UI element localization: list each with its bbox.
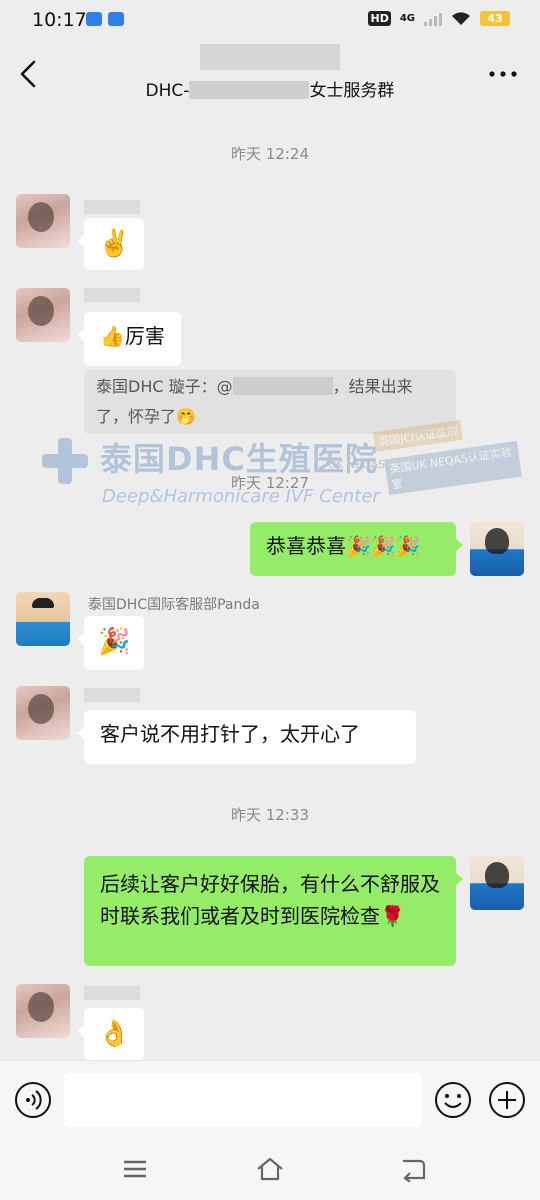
message-bubble[interactable]: ✌️ (77, 218, 144, 270)
message-bubble[interactable]: 👌 (77, 1008, 144, 1060)
hd-icon: HD (368, 11, 391, 26)
avatar[interactable] (16, 194, 70, 248)
chat-title-prefix: DHC- (145, 81, 190, 101)
plus-icon[interactable] (488, 1081, 526, 1119)
quoted-message[interactable]: 泰国DHC 璇子：@ ，结果出来了，怀孕了🤭 (84, 370, 456, 434)
message-bubble-own[interactable]: 后续让客户好好保胎，有什么不舒服及时联系我们或者及时到医院检查🌹 (84, 856, 463, 966)
network-icon: 4G (399, 13, 415, 24)
more-options-icon[interactable] (488, 68, 518, 80)
own-avatar[interactable] (470, 522, 524, 576)
quote-redaction (232, 377, 333, 395)
status-bar: 10:17 HD 4G 43 (0, 0, 540, 42)
input-bar (0, 1060, 540, 1140)
back-nav-icon[interactable] (398, 1156, 428, 1182)
timestamp: 昨天 12:24 (231, 145, 309, 163)
status-indicators: HD 4G 43 (368, 11, 510, 26)
message-bubble[interactable]: 👍厉害 (77, 312, 181, 366)
avatar[interactable] (16, 686, 70, 740)
signal-icon (424, 12, 442, 26)
title-redaction-inline (189, 81, 310, 99)
emoji-icon[interactable] (434, 1081, 472, 1119)
avatar[interactable] (16, 288, 70, 342)
message-bubble[interactable]: 客户说不用打针了，太开心了 (77, 710, 416, 764)
menu-icon[interactable] (120, 1156, 150, 1182)
own-avatar[interactable] (470, 856, 524, 910)
avatar[interactable] (16, 984, 70, 1038)
status-time: 10:17 (32, 9, 87, 31)
sender-name: 泰国DHC国际客服部Panda (88, 597, 260, 613)
battery-icon: 43 (480, 11, 510, 26)
timestamp: 昨天 12:27 (231, 474, 309, 492)
message-bubble-own[interactable]: 恭喜恭喜🎉🎉🎉 (250, 522, 463, 576)
system-nav-bar (0, 1140, 540, 1200)
sender-name-redacted (84, 200, 140, 214)
voice-input-icon[interactable] (14, 1081, 52, 1119)
message-list[interactable]: 昨天 12:24 ✌️ 👍厉害 泰国DHC 璇子：@ ，结果出来了，怀孕了🤭 昨天… (0, 108, 540, 1060)
avatar[interactable] (16, 592, 70, 646)
notification-app-icon (86, 12, 102, 26)
home-icon[interactable] (255, 1156, 285, 1182)
sender-name-redacted (84, 688, 140, 702)
chat-title: DHC- 女士服务群 (0, 76, 540, 101)
quote-prefix: 泰国DHC 璇子：@ (96, 377, 233, 396)
message-input[interactable] (64, 1073, 422, 1127)
title-redaction (200, 44, 340, 70)
chat-header: DHC- 女士服务群 (0, 42, 540, 108)
wifi-icon (452, 12, 470, 25)
timestamp: 昨天 12:33 (231, 806, 309, 824)
sender-name-redacted (84, 288, 140, 302)
notification-app-icon-2 (108, 12, 124, 26)
message-bubble[interactable]: 🎉 (77, 616, 144, 670)
chat-title-suffix: 女士服务群 (309, 81, 395, 101)
sender-name-redacted (84, 986, 140, 1000)
